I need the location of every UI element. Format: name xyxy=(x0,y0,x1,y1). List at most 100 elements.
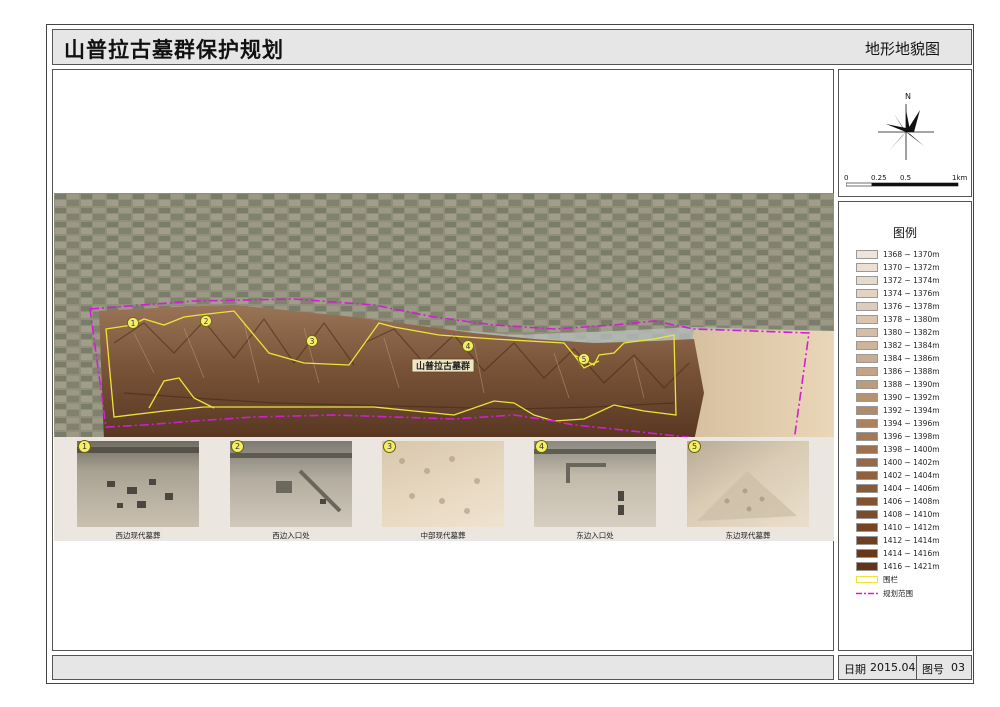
scale-label-0: 0 xyxy=(844,174,849,182)
legend-elevation-row: 1380 ~ 1382m xyxy=(856,328,940,337)
elevation-swatch xyxy=(856,250,878,259)
legend-elevation-row: 1406 ~ 1408m xyxy=(856,497,940,506)
elevation-label: 1412 ~ 1414m xyxy=(883,536,940,545)
elevation-swatch xyxy=(856,276,878,285)
elevation-label: 1394 ~ 1396m xyxy=(883,419,940,428)
elevation-label: 1406 ~ 1408m xyxy=(883,497,940,506)
elevation-swatch xyxy=(856,536,878,545)
legend-elevation-row: 1414 ~ 1416m xyxy=(856,549,940,558)
map-marker-4[interactable]: 4 xyxy=(462,340,474,352)
elevation-label: 1390 ~ 1392m xyxy=(883,393,940,402)
fence-swatch xyxy=(856,576,878,583)
elevation-label: 1380 ~ 1382m xyxy=(883,328,940,337)
map-marker-2[interactable]: 2 xyxy=(200,315,212,327)
elevation-label: 1386 ~ 1388m xyxy=(883,367,940,376)
elevation-swatch xyxy=(856,263,878,272)
photo-4[interactable] xyxy=(534,441,656,527)
boundary-swatch xyxy=(856,592,878,595)
legend-elevation-row: 1376 ~ 1378m xyxy=(856,302,940,311)
elevation-label: 1410 ~ 1412m xyxy=(883,523,940,532)
legend-elevation-row: 1390 ~ 1392m xyxy=(856,393,940,402)
legend-elevation-row: 1368 ~ 1370m xyxy=(856,250,940,259)
scale-label-1km: 1km xyxy=(952,174,968,182)
marker-5-label: 5 xyxy=(582,355,587,364)
elevation-swatch xyxy=(856,328,878,337)
marker-4-label: 4 xyxy=(466,342,471,351)
elevation-swatch xyxy=(856,432,878,441)
elevation-swatch xyxy=(856,367,878,376)
sheet-label: 图号 xyxy=(922,663,944,676)
map-marker-5[interactable]: 5 xyxy=(578,353,590,365)
elevation-label: 1396 ~ 1398m xyxy=(883,432,940,441)
elevation-swatch xyxy=(856,445,878,454)
elevation-swatch xyxy=(856,302,878,311)
photo-1-caption: 西边现代墓葬 xyxy=(115,531,161,540)
legend-elevation-row: 1388 ~ 1390m xyxy=(856,380,940,389)
elevation-label: 1398 ~ 1400m xyxy=(883,445,940,454)
photo-1-badge: 1 xyxy=(78,440,91,453)
elevation-label: 1384 ~ 1386m xyxy=(883,354,940,363)
legend-elevation-row: 1378 ~ 1380m xyxy=(856,315,940,324)
legend-elevation-row: 1396 ~ 1398m xyxy=(856,432,940,441)
photo-4-badge: 4 xyxy=(535,440,548,453)
map-marker-3[interactable]: 3 xyxy=(306,335,318,347)
elevation-swatch xyxy=(856,562,878,571)
map-marker-1[interactable]: 1 xyxy=(127,317,139,329)
footer-bar xyxy=(52,655,834,680)
elevation-label: 1416 ~ 1421m xyxy=(883,562,940,571)
elevation-label: 1372 ~ 1374m xyxy=(883,276,940,285)
photo-5-badge: 5 xyxy=(688,440,701,453)
legend-elevation-row: 1370 ~ 1372m xyxy=(856,263,940,272)
elevation-label: 1400 ~ 1402m xyxy=(883,458,940,467)
elevation-swatch xyxy=(856,289,878,298)
site-label: 山普拉古墓群 xyxy=(416,360,470,372)
date-value: 2015.04 xyxy=(870,661,916,674)
elevation-swatch xyxy=(856,341,878,350)
legend-fence-label: 围栏 xyxy=(883,575,898,584)
elevation-swatch xyxy=(856,497,878,506)
elevation-swatch xyxy=(856,549,878,558)
legend-elevation-row: 1400 ~ 1402m xyxy=(856,458,940,467)
legend-boundary: 规划范围 xyxy=(856,589,913,598)
elevation-swatch xyxy=(856,406,878,415)
legend-elevation-row: 1398 ~ 1400m xyxy=(856,445,940,454)
legend-elevation-row: 1410 ~ 1412m xyxy=(856,523,940,532)
marker-3-label: 3 xyxy=(310,337,315,346)
legend-boundary-label: 规划范围 xyxy=(883,589,913,598)
elevation-swatch xyxy=(856,315,878,324)
elevation-swatch xyxy=(856,484,878,493)
elevation-swatch xyxy=(856,458,878,467)
date-label: 日期 xyxy=(844,663,866,676)
elevation-swatch xyxy=(856,380,878,389)
scale-label-025: 0.25 xyxy=(871,174,887,182)
map-subtitle: 地形地貌图 xyxy=(864,40,940,58)
legend-elevation-row: 1412 ~ 1414m xyxy=(856,536,940,545)
photo-1[interactable] xyxy=(77,441,199,527)
elevation-swatch xyxy=(856,510,878,519)
legend-elevation-row: 1382 ~ 1384m xyxy=(856,341,940,350)
north-arrow-icon xyxy=(878,104,934,160)
page-title: 山普拉古墓群保护规划 xyxy=(64,37,284,62)
legend-elevation-row: 1394 ~ 1396m xyxy=(856,419,940,428)
photo-3[interactable] xyxy=(382,441,504,527)
elevation-swatch xyxy=(856,393,878,402)
elevation-label: 1402 ~ 1404m xyxy=(883,471,940,480)
elevation-label: 1374 ~ 1376m xyxy=(883,289,940,298)
photo-5[interactable] xyxy=(687,441,809,527)
photo-5-caption: 东边现代墓葬 xyxy=(725,531,771,540)
photo-2[interactable] xyxy=(230,441,352,527)
elevation-label: 1408 ~ 1410m xyxy=(883,510,940,519)
scale-label-05: 0.5 xyxy=(900,174,912,182)
elevation-swatch xyxy=(856,523,878,532)
elevation-swatch xyxy=(856,354,878,363)
legend-elevation-row: 1384 ~ 1386m xyxy=(856,354,940,363)
elevation-label: 1392 ~ 1394m xyxy=(883,406,940,415)
elevation-label: 1368 ~ 1370m xyxy=(883,250,940,259)
legend-elevation-row: 1386 ~ 1388m xyxy=(856,367,940,376)
legend-elevation-row: 1402 ~ 1404m xyxy=(856,471,940,480)
terrain-map[interactable]: 山普拉古墓群 1 2 3 4 5 xyxy=(54,193,834,441)
elevation-swatch xyxy=(856,419,878,428)
elevation-label: 1370 ~ 1372m xyxy=(883,263,940,272)
legend-fence: 围栏 xyxy=(856,575,898,584)
photo-2-badge: 2 xyxy=(231,440,244,453)
